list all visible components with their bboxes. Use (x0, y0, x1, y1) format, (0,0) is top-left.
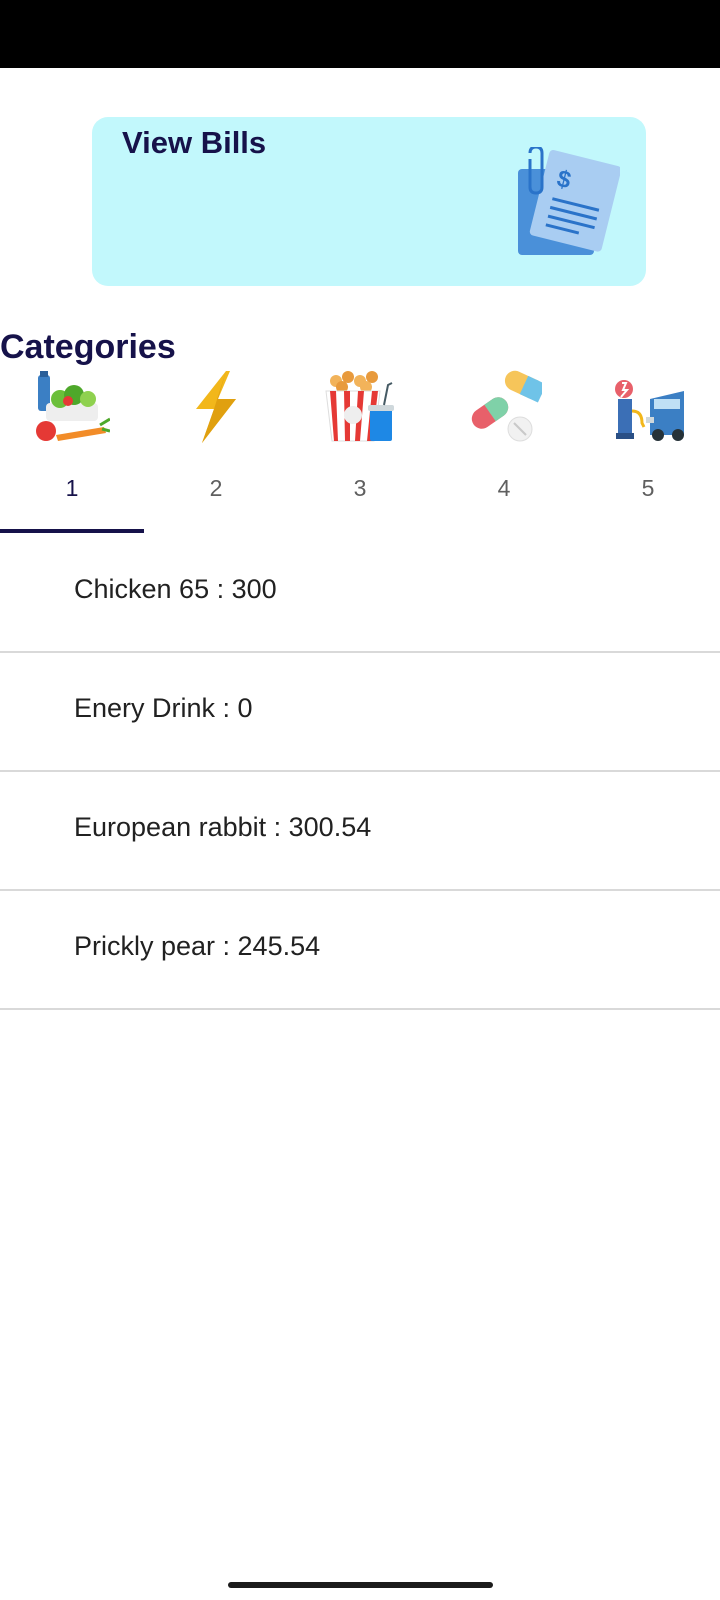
tab-label: 1 (65, 475, 79, 501)
tab-label: 5 (641, 475, 655, 501)
list-item[interactable]: European rabbit : 300.54 (0, 772, 720, 891)
tab-label: 3 (353, 475, 367, 501)
home-indicator[interactable] (228, 1582, 493, 1588)
tab-3[interactable]: 3 (288, 365, 432, 533)
active-tab-indicator (0, 529, 144, 533)
bill-document-icon: $ (518, 147, 620, 255)
tab-4[interactable]: 4 (432, 365, 576, 533)
tab-label: 2 (209, 475, 223, 501)
list-item[interactable]: Chicken 65 : 300 (0, 534, 720, 653)
medicine-pills-icon (471, 370, 542, 442)
tab-2[interactable]: 2 (144, 365, 288, 533)
category-tabs: 1 2 3 4 5 (0, 365, 720, 533)
item-text: Enery Drink : 0 (74, 693, 253, 723)
item-text: Prickly pear : 245.54 (74, 931, 321, 961)
item-text: European rabbit : 300.54 (74, 812, 372, 842)
view-bills-card[interactable]: View Bills $ (92, 117, 646, 286)
view-bills-title: View Bills (122, 125, 267, 160)
tab-5[interactable]: 5 (576, 365, 720, 533)
item-list: Chicken 65 : 300 Enery Drink : 0 Europea… (0, 534, 720, 1010)
fuel-car-icon (615, 380, 684, 441)
tab-label: 4 (497, 475, 511, 501)
list-item[interactable]: Enery Drink : 0 (0, 653, 720, 772)
groceries-icon (36, 371, 110, 441)
list-item[interactable]: Prickly pear : 245.54 (0, 891, 720, 1010)
lightning-bolt-icon (196, 371, 236, 443)
categories-title: Categories (0, 328, 176, 366)
popcorn-drink-icon (325, 371, 394, 442)
item-text: Chicken 65 : 300 (74, 574, 277, 604)
status-bar (0, 0, 720, 68)
tab-1[interactable]: 1 (0, 365, 144, 533)
